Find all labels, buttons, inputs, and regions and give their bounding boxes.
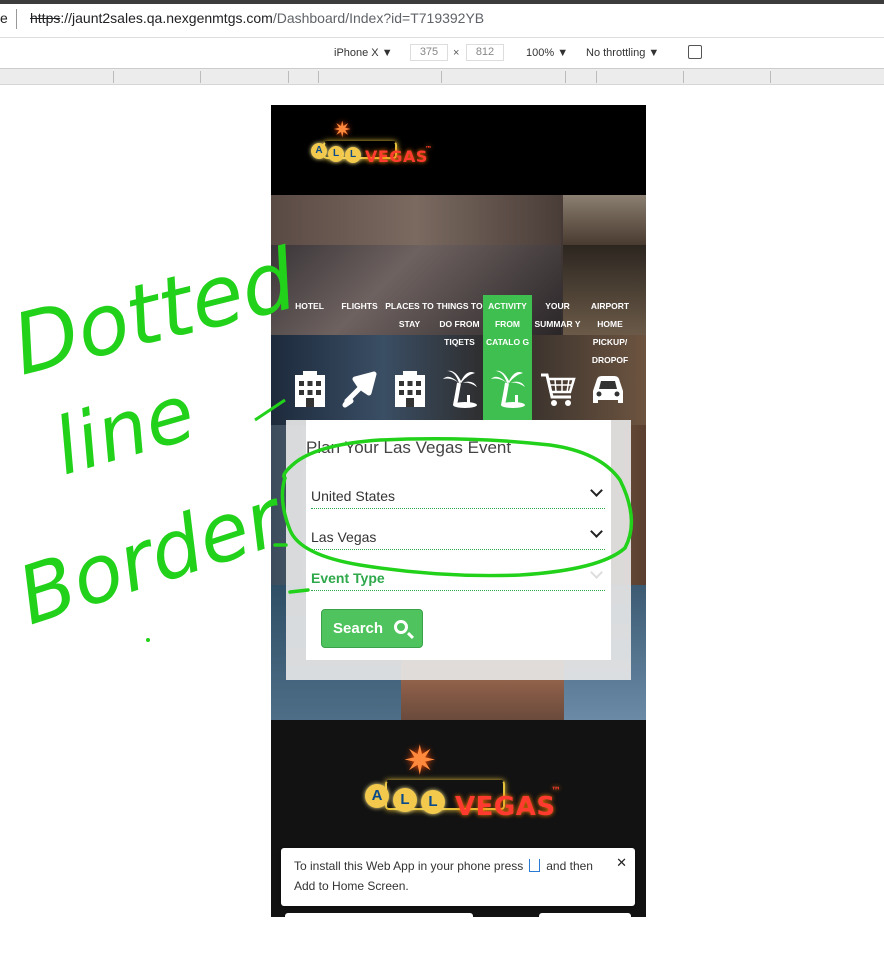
nav-label: ACTIVITY FROM CATALO G <box>485 301 530 347</box>
star-icon: ✷ <box>403 739 437 783</box>
chevron-down-icon <box>590 566 603 579</box>
media-query-ruler <box>0 69 884 85</box>
search-icon <box>394 620 408 634</box>
event-type-select[interactable]: Event Type <box>311 565 605 591</box>
nav-label: PLACES TO STAY <box>385 301 434 329</box>
annotation-word-dotted: Dotted <box>3 230 306 395</box>
cart-icon <box>539 369 577 411</box>
annotation-word-border: Border <box>7 470 297 643</box>
rotate-icon[interactable] <box>688 45 702 59</box>
nav-item-airport-pickup[interactable]: AIRPORT HOME PICKUP/ DROPOF <box>583 295 637 421</box>
nav-item-things-to-do[interactable]: THINGS TO DO FROM TIQETS <box>435 295 484 421</box>
city-select[interactable]: Las Vegas <box>311 524 605 550</box>
url-path: /Dashboard/Index?id=T719392YB <box>272 10 485 26</box>
nav-item-places-to-stay[interactable]: PLACES TO STAY <box>385 295 434 421</box>
nav-item-flights[interactable]: FLIGHTS <box>335 295 384 421</box>
logo-brand: VEGAS <box>365 147 428 166</box>
logo-letter: L <box>421 790 445 814</box>
logo-brand: VEGAS <box>455 792 556 822</box>
logo-letter: L <box>328 146 344 162</box>
country-select[interactable]: United States <box>311 483 605 509</box>
plane-icon <box>341 369 379 411</box>
footer-all-vegas-logo: ✷ A L L VEGAS ™ <box>363 739 563 832</box>
star-icon: ✷ <box>333 117 352 142</box>
device-toolbar: iPhone X ▼ 375 × 812 100% ▼ No throttlin… <box>0 38 884 69</box>
throttling-select[interactable]: No throttling ▼ <box>586 47 659 59</box>
address-bar[interactable]: e https://jaunt2sales.qa.nexgenmtgs.com/… <box>0 0 884 38</box>
logo-tm: ™ <box>551 786 562 797</box>
tab-fragment: e <box>0 10 8 26</box>
palm-tree-icon <box>441 369 479 411</box>
zoom-select[interactable]: 100% ▼ <box>526 47 568 59</box>
chevron-down-icon <box>590 525 603 538</box>
divider <box>16 9 17 29</box>
logo-letter: A <box>311 143 327 159</box>
nav-item-your-summary[interactable]: YOUR SUMMAR Y <box>533 295 582 421</box>
install-message: To install this Web App in your phone pr… <box>294 856 604 896</box>
share-icon <box>529 859 541 872</box>
width-input[interactable]: 375 <box>410 44 448 61</box>
search-button[interactable]: Search <box>321 609 423 648</box>
device-select[interactable]: iPhone X ▼ <box>334 47 393 59</box>
logo-tm: ™ <box>425 145 433 153</box>
annotation-word-line: line <box>44 368 204 493</box>
close-icon[interactable]: ✕ <box>616 853 627 873</box>
palm-tree-icon <box>489 369 527 411</box>
city-value: Las Vegas <box>311 529 377 545</box>
planner-title: Plan Your Las Vegas Event <box>306 438 512 457</box>
install-prompt: To install this Web App in your phone pr… <box>281 848 635 906</box>
footer-button-stub <box>285 913 473 917</box>
search-label: Search <box>333 620 384 637</box>
nav-label: FLIGHTS <box>341 301 378 311</box>
logo-letter: A <box>365 784 389 808</box>
chevron-down-icon <box>590 484 603 497</box>
hotel-icon <box>391 369 429 411</box>
category-nav: HOTEL FLIGHTS PLACES TO STAY THINGS TO D… <box>285 295 637 421</box>
nav-item-hotel[interactable]: HOTEL <box>285 295 334 421</box>
nav-label: HOTEL <box>295 301 324 311</box>
country-value: United States <box>311 488 396 504</box>
header-logo-area: ✷ A L L VEGAS ™ <box>271 105 646 195</box>
logo-letter: L <box>345 147 361 163</box>
car-icon <box>589 369 627 411</box>
event-type-placeholder: Event Type <box>311 570 385 586</box>
install-text-before: To install this Web App in your phone pr… <box>294 859 524 873</box>
footer-button-stub <box>539 913 631 917</box>
nav-label: AIRPORT HOME PICKUP/ DROPOF <box>590 301 630 365</box>
nav-label: THINGS TO DO FROM TIQETS <box>436 301 483 347</box>
url-text[interactable]: https://jaunt2sales.qa.nexgenmtgs.com/Da… <box>30 10 484 26</box>
logo-letter: L <box>393 788 417 812</box>
url-protocol: https <box>30 10 61 26</box>
hotel-icon <box>291 369 329 411</box>
height-input[interactable]: 812 <box>466 44 504 61</box>
nav-label: YOUR SUMMAR Y <box>534 301 581 329</box>
url-host: ://jaunt2sales.qa.nexgenmtgs.com <box>60 10 273 26</box>
nav-item-activity-from-catalog[interactable]: ACTIVITY FROM CATALO G <box>483 295 532 421</box>
all-vegas-logo[interactable]: ✷ A L L VEGAS ™ <box>309 117 434 169</box>
dimension-separator: × <box>453 47 460 59</box>
phone-viewport: ✷ A L L VEGAS ™ HOTEL FLIGHTS PLACES TO … <box>271 105 646 917</box>
window-top-strip <box>0 0 884 4</box>
